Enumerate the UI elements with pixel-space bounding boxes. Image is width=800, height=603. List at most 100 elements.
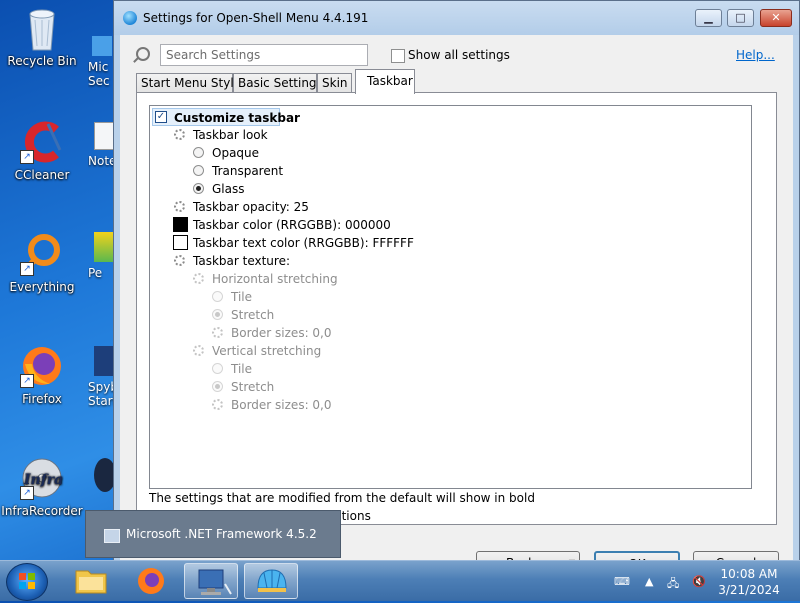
maximize-button[interactable]: □ — [727, 9, 754, 27]
tab-taskbar[interactable]: Taskbar — [355, 69, 415, 94]
shortcut-arrow-icon: ↗ — [20, 374, 34, 388]
gear-icon — [193, 345, 204, 356]
radio-unselected-icon[interactable] — [193, 165, 204, 176]
tree-item-label: Taskbar color (RRGGBB): 000000 — [193, 218, 391, 232]
system-clock[interactable]: 10:08 AM 3/21/2024 — [716, 566, 782, 598]
tab-basic-settings[interactable]: Basic Settings — [233, 73, 323, 93]
tab-start-menu-style[interactable]: Start Menu Style — [136, 73, 241, 93]
taskbar-firefox-button[interactable] — [124, 563, 178, 599]
tree-item-h-border-sizes[interactable]: Border sizes: 0,0 — [212, 324, 412, 342]
desktop-icon-label: Sec — [88, 74, 110, 88]
desktop-icon-firefox[interactable]: ↗ Firefox — [0, 344, 84, 406]
tree-item-label: Stretch — [231, 308, 275, 322]
gear-icon — [174, 201, 185, 212]
window-client-area: Show all settings Help... Start Menu Sty… — [120, 35, 793, 575]
desktop-icon-partial[interactable] — [88, 458, 114, 506]
taskbar: ⌨ ▲ 🖧 🔇 10:08 AM 3/21/2024 — [0, 560, 800, 601]
color-swatch-black[interactable] — [173, 217, 188, 232]
radio-h-stretch[interactable]: Stretch — [212, 306, 412, 324]
installer-computer-icon — [198, 569, 232, 595]
radio-unselected-icon[interactable] — [212, 363, 223, 374]
tree-item-label: Vertical stretching — [212, 344, 322, 358]
window-title: Settings for Open-Shell Menu 4.4.191 — [143, 11, 369, 25]
close-icon: ✕ — [771, 11, 781, 24]
color-swatch-white[interactable] — [173, 235, 188, 250]
radio-unselected-icon[interactable] — [193, 147, 204, 158]
firefox-icon — [138, 568, 164, 594]
tree-item-horizontal-stretching[interactable]: Horizontal stretching — [193, 270, 493, 288]
ccleaner-icon: ↗ — [20, 120, 64, 164]
minimize-icon: ▁ — [704, 11, 713, 24]
close-button[interactable]: ✕ — [760, 9, 792, 27]
radio-unselected-icon[interactable] — [212, 291, 223, 302]
network-icon[interactable]: 🖧 — [667, 575, 679, 594]
tree-item-vertical-stretching[interactable]: Vertical stretching — [193, 342, 493, 360]
tree-item-customize-taskbar[interactable]: ✓ Customize taskbar — [152, 108, 300, 126]
gear-icon — [212, 399, 223, 410]
desktop-icon-recycle-bin[interactable]: Recycle Bin — [0, 6, 84, 68]
radio-transparent[interactable]: Transparent — [193, 162, 393, 180]
show-all-settings-checkbox[interactable] — [391, 49, 405, 63]
tree-item-label: Transparent — [212, 164, 284, 178]
open-shell-icon — [123, 11, 137, 25]
desktop-icon-partial[interactable]: Pe — [88, 232, 114, 296]
volume-muted-icon[interactable]: 🔇 — [692, 575, 706, 588]
show-hidden-icons-icon[interactable]: ▲ — [645, 575, 653, 588]
tree-item-taskbar-text-color[interactable]: Taskbar text color (RRGGBB): FFFFFF — [173, 234, 473, 252]
tree-item-taskbar-look[interactable]: Taskbar look — [174, 126, 374, 144]
desktop-icon-label: Note — [88, 154, 114, 168]
desktop-icon-label: Everything — [9, 280, 75, 294]
shortcut-arrow-icon: ↗ — [20, 262, 34, 276]
desktop-icon-partial[interactable]: Spyb Start — [88, 346, 114, 426]
tab-skin[interactable]: Skin — [317, 73, 352, 93]
checkbox-checked-icon[interactable]: ✓ — [155, 111, 167, 123]
radio-v-tile[interactable]: Tile — [212, 360, 412, 378]
radio-h-tile[interactable]: Tile — [212, 288, 412, 306]
app-icon — [92, 36, 112, 56]
tree-item-taskbar-texture[interactable]: Taskbar texture: — [174, 252, 474, 270]
tab-panel-taskbar: ✓ Customize taskbar Taskbar look Opaque … — [136, 92, 777, 525]
start-button[interactable] — [6, 563, 48, 601]
search-input[interactable] — [160, 44, 368, 66]
clock-date: 3/21/2024 — [718, 583, 780, 597]
tree-item-label: Taskbar texture: — [193, 254, 291, 268]
desktop-icon-partial[interactable]: Mic Sec — [88, 36, 114, 96]
tree-item-taskbar-opacity[interactable]: Taskbar opacity: 25 — [174, 198, 474, 216]
show-all-settings-label[interactable]: Show all settings — [408, 48, 510, 62]
maximize-icon: □ — [735, 11, 746, 24]
spybot-icon — [94, 346, 114, 376]
infrarecorder-icon: Infra ↗ — [20, 456, 64, 500]
paint-icon — [94, 232, 114, 262]
radio-opaque[interactable]: Opaque — [193, 144, 393, 162]
radio-v-stretch[interactable]: Stretch — [212, 378, 412, 396]
radio-selected-icon[interactable] — [193, 183, 204, 194]
radio-glass[interactable]: Glass — [193, 180, 393, 198]
radio-selected-icon[interactable] — [212, 381, 223, 392]
tree-item-taskbar-color[interactable]: Taskbar color (RRGGBB): 000000 — [173, 216, 473, 234]
desktop-icon-partial[interactable]: Note — [88, 122, 114, 186]
title-bar[interactable]: Settings for Open-Shell Menu 4.4.191 ▁ □… — [114, 1, 799, 35]
notepad-icon — [94, 122, 114, 150]
settings-tree[interactable]: ✓ Customize taskbar Taskbar look Opaque … — [149, 105, 752, 489]
clock-time: 10:08 AM — [720, 567, 778, 581]
folder-icon — [75, 570, 107, 594]
keyboard-icon[interactable]: ⌨ — [614, 575, 630, 588]
desktop-icon-infrarecorder[interactable]: Infra ↗ InfraRecorder — [0, 456, 84, 518]
help-link[interactable]: Help... — [736, 48, 775, 62]
firefox-icon: ↗ — [20, 344, 64, 388]
desktop-icon-everything[interactable]: ↗ Everything — [0, 232, 84, 294]
taskbar-thumbnail-popup[interactable]: Microsoft .NET Framework 4.5.2 — [85, 510, 341, 558]
minimize-button[interactable]: ▁ — [695, 9, 722, 27]
popup-label: Microsoft .NET Framework 4.5.2 — [126, 527, 317, 541]
gear-icon — [174, 255, 185, 266]
tree-item-label: Horizontal stretching — [212, 272, 338, 286]
desktop-icon-label: CCleaner — [14, 168, 70, 182]
taskbar-open-shell-button[interactable] — [244, 563, 298, 599]
radio-selected-icon[interactable] — [212, 309, 223, 320]
recycle-bin-icon — [20, 6, 64, 51]
taskbar-explorer-button[interactable] — [64, 563, 118, 599]
taskbar-dotnet-installer-button[interactable] — [184, 563, 238, 599]
tree-item-v-border-sizes[interactable]: Border sizes: 0,0 — [212, 396, 412, 414]
desktop-icon-ccleaner[interactable]: ↗ CCleaner — [0, 120, 84, 182]
desktop-icon-label: Spyb — [88, 380, 114, 394]
